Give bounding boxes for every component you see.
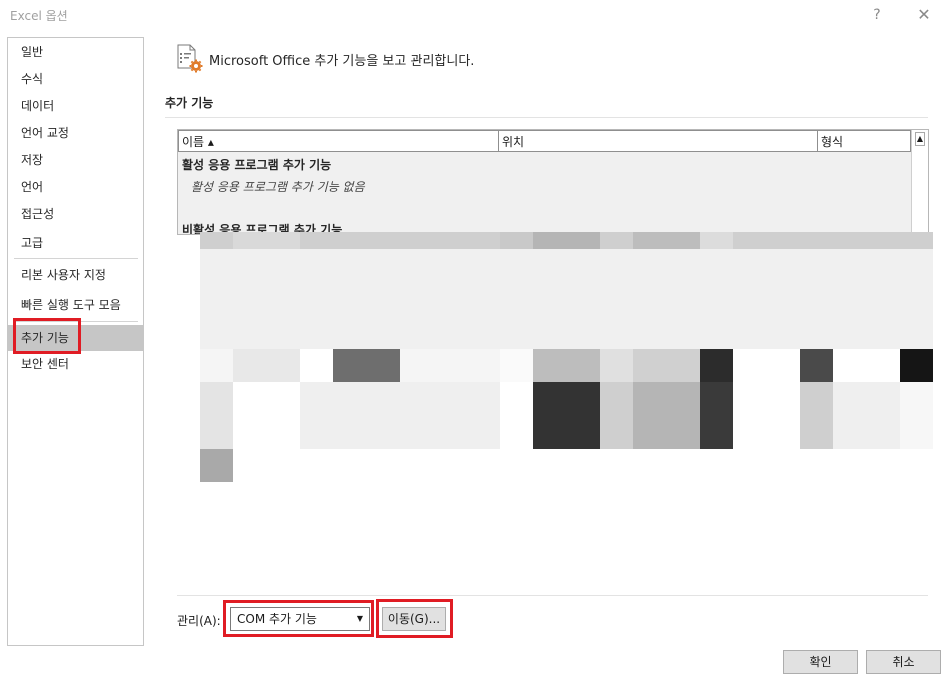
sidebar-item-formulas[interactable]: 수식	[8, 66, 143, 92]
section-title: 추가 기능	[165, 96, 214, 110]
sidebar-item-accessibility[interactable]: 접근성	[8, 201, 143, 227]
sidebar-item-save[interactable]: 저장	[8, 147, 143, 173]
page-description: Microsoft Office 추가 기능을 보고 관리합니다.	[209, 54, 475, 69]
column-header-location[interactable]: 위치	[498, 130, 818, 152]
sidebar-item-quick-access-toolbar[interactable]: 빠른 실행 도구 모음	[8, 292, 143, 318]
manage-label: 관리(A):	[177, 614, 221, 628]
scroll-up-icon[interactable]: ▲	[915, 132, 925, 146]
sidebar-item-language[interactable]: 언어	[8, 174, 143, 200]
cancel-button[interactable]: 취소	[866, 650, 941, 674]
column-header-name[interactable]: 이름 ▴	[178, 130, 499, 152]
sidebar-item-trust-center[interactable]: 보안 센터	[8, 351, 143, 377]
highlight-box-go-button	[376, 599, 453, 638]
footer-divider	[177, 595, 928, 596]
sidebar-item-data[interactable]: 데이터	[8, 93, 143, 119]
ok-button[interactable]: 확인	[783, 650, 858, 674]
sidebar-divider	[14, 258, 138, 259]
add-ins-icon	[176, 44, 204, 74]
close-icon[interactable]: ✕	[913, 4, 935, 26]
window-title: Excel 옵션	[10, 9, 68, 23]
sidebar-item-general[interactable]: 일반	[8, 39, 143, 65]
sidebar-item-customize-ribbon[interactable]: 리본 사용자 지정	[8, 262, 143, 288]
highlight-box-manage-dropdown	[223, 600, 374, 637]
help-icon[interactable]: ?	[866, 4, 888, 26]
group-empty-active: 활성 응용 프로그램 추가 기능 없음	[191, 180, 365, 194]
section-divider	[165, 117, 928, 118]
sidebar-item-proofing[interactable]: 언어 교정	[8, 120, 143, 146]
add-ins-list[interactable]: 이름 ▴ 위치 형식 활성 응용 프로그램 추가 기능 활성 응용 프로그램 추…	[177, 129, 929, 235]
vertical-scrollbar[interactable]: ▲	[911, 130, 928, 234]
highlight-box-add-ins	[13, 318, 81, 354]
group-label-active: 활성 응용 프로그램 추가 기능	[182, 158, 332, 172]
column-header-type[interactable]: 형식	[817, 130, 911, 152]
sidebar-item-advanced[interactable]: 고급	[8, 230, 143, 256]
title-bar: Excel 옵션 ? ✕	[0, 0, 948, 30]
